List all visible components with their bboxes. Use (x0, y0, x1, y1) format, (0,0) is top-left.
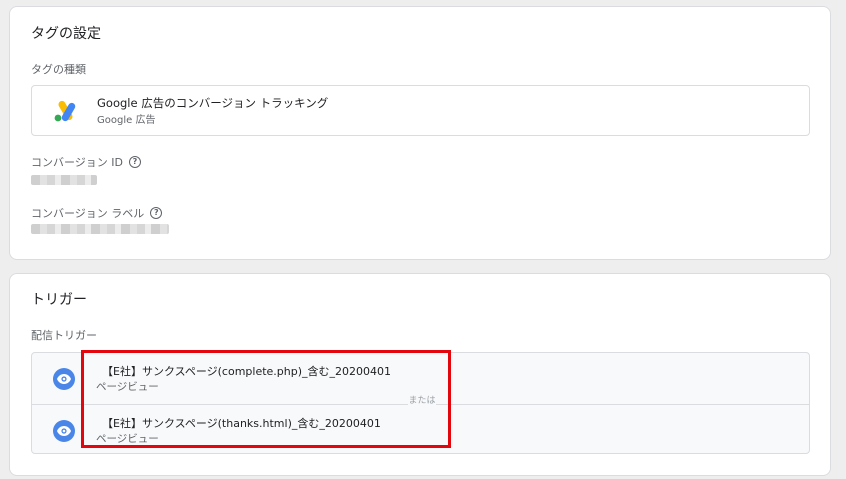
firing-triggers-label-text: 配信トリガー (31, 329, 97, 342)
firing-triggers-label: 配信トリガー (31, 327, 97, 343)
tag-type-selector[interactable]: Google 広告のコンバージョン トラッキング Google 広告 (31, 85, 810, 136)
conversion-id-value-redacted (31, 175, 97, 185)
conversion-id-label: コンバージョン ID ? (31, 154, 141, 170)
tag-configuration-title: タグの設定 (31, 26, 101, 42)
trigger-name: 【E社】サンクスページ(thanks.html)_含む_20200401 (102, 417, 381, 430)
triggering-card[interactable]: トリガー 配信トリガー 【E社】サンクスページ(complete.php)_含む… (9, 273, 831, 476)
help-icon[interactable]: ? (129, 156, 141, 168)
help-icon[interactable]: ? (150, 207, 163, 219)
firing-trigger-list: 【E社】サンクスページ(complete.php)_含む_20200401 ペー… (31, 352, 810, 454)
tag-type-label: タグの種類 (31, 61, 86, 77)
google-ads-logo-icon (54, 100, 76, 122)
triggering-title: トリガー (31, 292, 87, 308)
trigger-name: 【E社】サンクスページ(complete.php)_含む_20200401 (102, 365, 392, 378)
tag-type-provider: Google 広告 (97, 115, 156, 126)
eye-icon (53, 368, 75, 390)
tag-type-name: Google 広告のコンバージョン トラッキング (97, 96, 329, 110)
trigger-type: ページビュー (96, 433, 159, 445)
conversion-id-label-text: コンバージョン ID (31, 156, 123, 169)
or-separator-label: または (408, 395, 436, 408)
trigger-type: ページビュー (96, 381, 159, 393)
eye-icon (53, 420, 75, 442)
trigger-row[interactable]: 【E社】サンクスページ(thanks.html)_含む_20200401 ページ… (32, 404, 809, 455)
tag-type-label-text: タグの種類 (31, 63, 86, 76)
conversion-label-label: コンバージョン ラベル ? (31, 205, 163, 221)
tag-configuration-card[interactable]: タグの設定 タグの種類 Google 広告のコンバージョン トラッキング Goo… (9, 6, 831, 260)
conversion-label-value-redacted (31, 224, 169, 234)
conversion-label-label-text: コンバージョン ラベル (31, 207, 145, 220)
